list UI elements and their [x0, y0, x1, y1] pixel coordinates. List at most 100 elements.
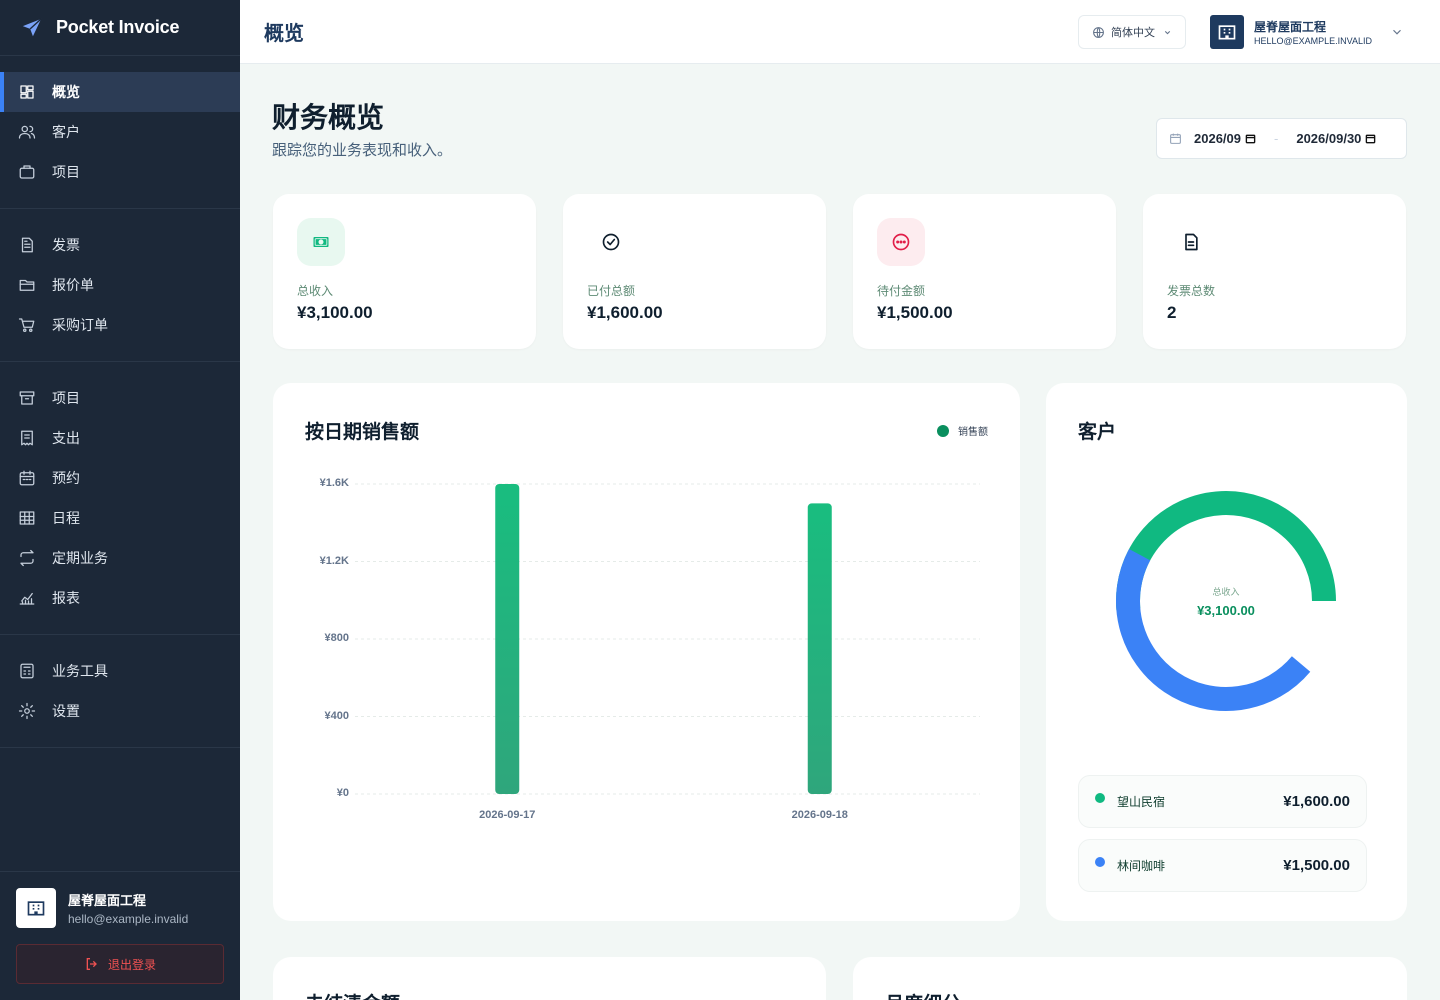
- calendar-icon: [1169, 132, 1182, 145]
- briefcase-icon: [18, 163, 36, 181]
- stat-value: 2: [1167, 303, 1177, 322]
- sidebar-item-label: 概览: [52, 85, 80, 101]
- date-to-input[interactable]: 2026/09/30: [1296, 131, 1361, 146]
- stat-value: ¥3,100.00: [297, 303, 373, 322]
- topbar: 概览 简体中文 屋脊屋面工程 HELLO@EXAMPLE.INVALID: [240, 0, 1440, 64]
- sidebar-item-label: 日程: [52, 511, 80, 527]
- account-menu[interactable]: 屋脊屋面工程 HELLO@EXAMPLE.INVALID: [1210, 15, 1404, 49]
- date-range-picker[interactable]: 2026/09 - 2026/09/30: [1156, 118, 1407, 159]
- sidebar-item[interactable]: 定期业务: [0, 538, 240, 578]
- stat-value: ¥1,500.00: [877, 303, 953, 322]
- nav-group: 项目支出预约日程定期业务报表: [0, 362, 240, 635]
- sidebar-item[interactable]: 发票: [0, 225, 240, 265]
- page-title: 概览: [264, 21, 304, 45]
- y-tick-label: ¥0: [336, 787, 349, 799]
- nav-group: 业务工具 设置: [0, 635, 240, 748]
- sidebar: Pocket Invoice 概览 客户 项目 发票 报价单 采购订单 项目 支出 预约 日程 定期…: [0, 0, 240, 1000]
- customer-name: 林间咖啡: [1117, 859, 1166, 873]
- check-circle-icon: [587, 218, 635, 266]
- monthly-breakdown-title: 月度细分: [885, 989, 961, 1000]
- stat-label: 待付金额: [877, 284, 926, 298]
- invoice-icon: [18, 236, 36, 254]
- sidebar-item-label: 客户: [52, 125, 80, 141]
- sidebar-item[interactable]: 支出: [0, 418, 240, 458]
- y-tick-label: ¥1.2K: [319, 554, 349, 567]
- customer-row[interactable]: 林间咖啡 ¥1,500.00: [1078, 839, 1367, 892]
- sidebar-item-label: 定期业务: [52, 551, 108, 567]
- sidebar-item-label: 采购订单: [52, 318, 108, 334]
- sales-chart-card: 按日期销售额 销售额 ¥1.6K ¥1.2K ¥800 ¥400 ¥0 2026-09-…: [273, 383, 1020, 921]
- quote-icon: [18, 276, 36, 294]
- calendar-icon[interactable]: [1245, 133, 1256, 144]
- language-selector[interactable]: 简体中文: [1078, 15, 1186, 49]
- stat-label: 发票总数: [1167, 284, 1216, 298]
- date-from-input[interactable]: 2026/09: [1194, 131, 1241, 146]
- sidebar-item[interactable]: 采购订单: [0, 305, 240, 345]
- sidebar-item[interactable]: 项目: [0, 378, 240, 418]
- logout-button[interactable]: 退出登录: [16, 944, 224, 984]
- sidebar-item[interactable]: 概览: [0, 72, 240, 112]
- globe-icon: [1092, 26, 1105, 39]
- bar[interactable]: [807, 503, 832, 794]
- stat-label: 总收入: [297, 284, 334, 298]
- nav-group: 概览客户项目: [0, 56, 240, 209]
- sidebar-item-label: 项目: [52, 391, 80, 407]
- y-tick-label: ¥800: [324, 632, 349, 644]
- customer-swatch: [1095, 856, 1105, 867]
- sales-bar-chart: [355, 483, 980, 795]
- chevron-down-icon: [1390, 25, 1404, 39]
- donut-slice[interactable]: [1116, 549, 1311, 711]
- chart-icon: [18, 589, 36, 607]
- customer-amount: ¥1,500.00: [1283, 857, 1350, 874]
- date-separator: -: [1274, 131, 1279, 146]
- sidebar-item[interactable]: 报价单: [0, 265, 240, 305]
- sidebar-item-label: 预约: [52, 471, 80, 487]
- receipt-icon: [18, 429, 36, 447]
- language-label: 简体中文: [1111, 26, 1155, 39]
- sidebar-item[interactable]: 项目: [0, 152, 240, 192]
- brand[interactable]: Pocket Invoice: [0, 0, 240, 56]
- cash-icon: [297, 218, 345, 266]
- bar[interactable]: [495, 484, 520, 794]
- sidebar-item-label: 报价单: [52, 278, 94, 294]
- outstanding-card: 未结清金额: [273, 957, 826, 1000]
- stat-value: ¥1,600.00: [587, 303, 663, 322]
- customers-card: 客户 总收入 ¥3,100.00 望山民宿 ¥1,600.00 林间咖啡 ¥1,500…: [1046, 383, 1407, 921]
- logout-icon: [84, 956, 100, 972]
- donut-center-label: 总收入: [1212, 588, 1240, 598]
- paper-plane-icon: [20, 16, 44, 40]
- sidebar-item[interactable]: 日程: [0, 498, 240, 538]
- stat-card: 总收入 ¥3,100.00: [273, 194, 536, 349]
- calculator-icon: [18, 662, 36, 680]
- sidebar-item-label: 设置: [52, 704, 80, 720]
- logout-label: 退出登录: [107, 957, 156, 972]
- users-icon: [18, 123, 36, 141]
- sidebar-item[interactable]: 客户: [0, 112, 240, 152]
- archive-icon: [18, 389, 36, 407]
- dashboard-icon: [18, 83, 36, 101]
- x-tick-label: 2026-09-17: [479, 809, 536, 821]
- outstanding-title: 未结清金额: [305, 989, 400, 1000]
- pending-icon: [877, 218, 925, 266]
- sidebar-item-label: 业务工具: [52, 664, 108, 680]
- sidebar-user-email: hello@example.invalid: [68, 912, 189, 926]
- calendar-icon[interactable]: [1365, 133, 1376, 144]
- document-icon: [1167, 218, 1215, 266]
- donut-center-value: ¥3,100.00: [1197, 603, 1255, 618]
- monthly-breakdown-card: 月度细分: [853, 957, 1407, 1000]
- building-icon: [1210, 15, 1244, 49]
- account-name: 屋脊屋面工程: [1254, 20, 1327, 34]
- calendar-icon: [18, 469, 36, 487]
- customer-row[interactable]: 望山民宿 ¥1,600.00: [1078, 775, 1367, 828]
- sidebar-item[interactable]: 业务工具: [0, 651, 240, 691]
- sidebar-item[interactable]: 报表: [0, 578, 240, 618]
- nav-group: 发票报价单采购订单: [0, 209, 240, 362]
- stat-card: 发票总数 2: [1143, 194, 1406, 349]
- sidebar-user-name: 屋脊屋面工程: [68, 894, 147, 909]
- dashboard-subtitle: 跟踪您的业务表现和收入。: [272, 141, 453, 159]
- brand-name: Pocket Invoice: [56, 17, 180, 37]
- sidebar-item[interactable]: 设置: [0, 691, 240, 731]
- table-icon: [18, 509, 36, 527]
- sidebar-item[interactable]: 预约: [0, 458, 240, 498]
- sidebar-nav: 概览 客户 项目 发票 报价单 采购订单 项目 支出 预约 日程 定期业务 报表 业务工具 设置: [0, 56, 240, 748]
